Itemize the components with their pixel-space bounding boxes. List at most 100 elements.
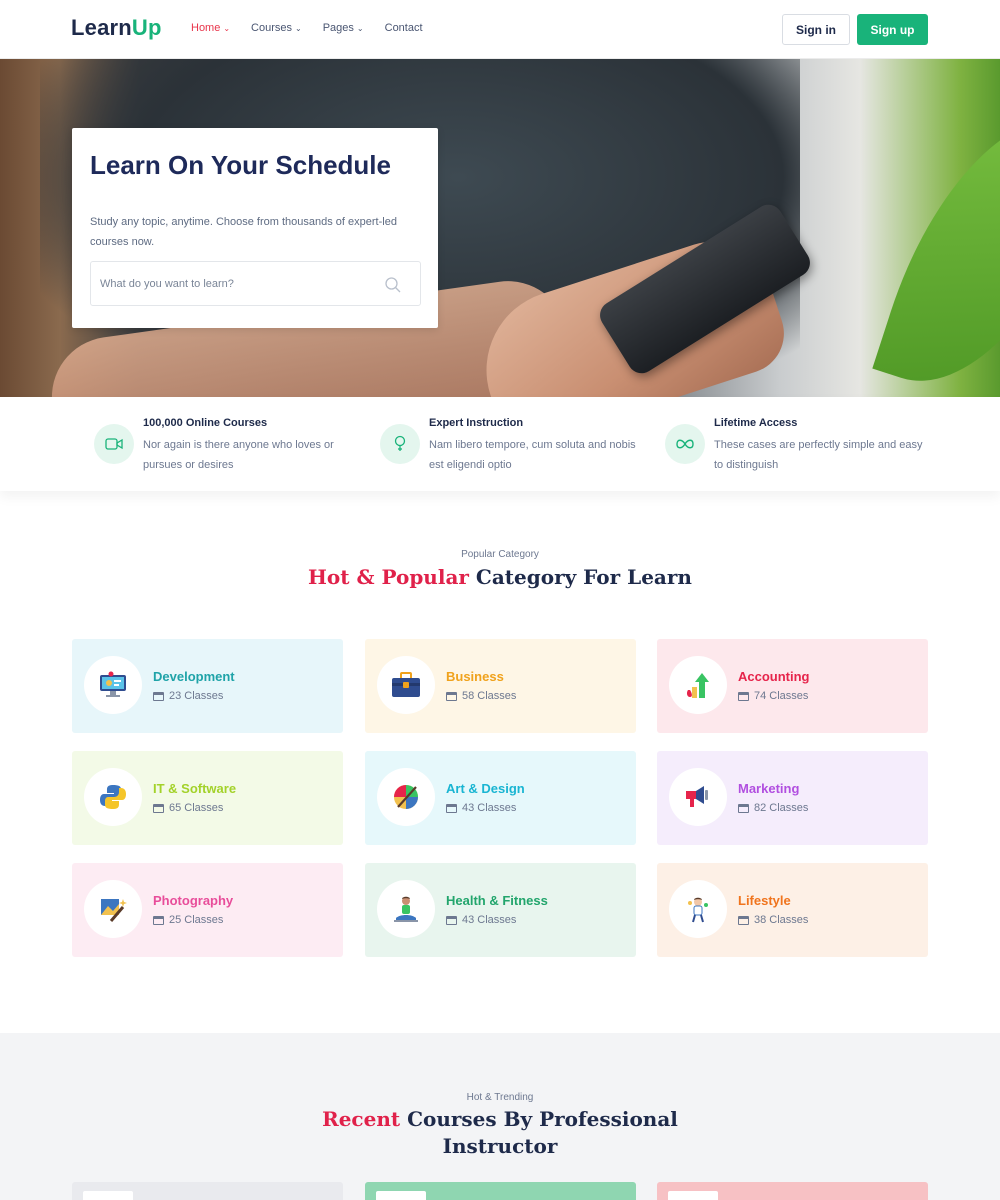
category-pretitle: Popular Category — [461, 549, 539, 560]
feature-online-courses: 100,000 Online Courses Nor again is ther… — [94, 415, 364, 475]
monitor-icon — [84, 656, 142, 714]
calendar-icon — [738, 915, 749, 925]
growth-chart-icon — [669, 656, 727, 714]
category-count: 43 Classes — [446, 914, 516, 926]
feature-text: These cases are perfectly simple and eas… — [714, 439, 923, 471]
logo-up: Up — [131, 15, 162, 40]
category-name: Marketing — [738, 781, 800, 796]
category-count-text: 65 Classes — [169, 802, 224, 814]
category-name: Art & Design — [446, 781, 525, 796]
nav-item-home[interactable]: Home ⌄ — [191, 22, 230, 34]
category-count-text: 43 Classes — [462, 802, 517, 814]
sign-up-button[interactable]: Sign up — [857, 14, 928, 45]
nav-item-courses[interactable]: Courses ⌄ — [251, 22, 302, 34]
chevron-down-icon: ⌄ — [223, 23, 231, 33]
video-icon — [94, 424, 134, 464]
bulb-icon — [380, 424, 420, 464]
recent-pretitle: Hot & Trending — [466, 1092, 534, 1103]
price-badge — [376, 1191, 426, 1200]
palette-icon — [377, 768, 435, 826]
nav-item-contact[interactable]: Contact — [385, 22, 423, 34]
category-name: Photography — [153, 893, 234, 908]
calendar-icon — [738, 691, 749, 701]
category-card-accounting[interactable]: Accounting 74 Classes — [657, 639, 928, 733]
category-card-lifestyle[interactable]: Lifestyle 38 Classes — [657, 863, 928, 957]
category-card-development[interactable]: Development 23 Classes — [72, 639, 343, 733]
logo[interactable]: LearnUp — [71, 15, 162, 41]
photo-icon — [84, 880, 142, 938]
calendar-icon — [446, 691, 457, 701]
site-header: LearnUp Home ⌄ Courses ⌄ Pages ⌄ Contact Si… — [0, 0, 1000, 59]
category-card-marketing[interactable]: Marketing 82 Classes — [657, 751, 928, 845]
hero-image-leaf — [872, 83, 1000, 397]
hero-search-card: Learn On Your Schedule Study any topic, … — [72, 128, 438, 328]
infinity-icon — [665, 424, 705, 464]
features-bar: 100,000 Online Courses Nor again is ther… — [0, 397, 1000, 491]
chevron-down-icon: ⌄ — [356, 23, 364, 33]
calendar-icon — [153, 803, 164, 813]
category-name: Development — [153, 669, 235, 684]
category-count: 25 Classes — [153, 914, 223, 926]
category-count-text: 82 Classes — [754, 802, 809, 814]
nav-item-label: Contact — [384, 22, 423, 34]
course-card[interactable] — [72, 1182, 343, 1200]
feature-expert-instruction: Expert Instruction Nam libero tempore, c… — [380, 415, 650, 475]
category-name: Health & Fitness — [446, 893, 548, 908]
heading-highlight: Hot & Popular — [308, 565, 469, 589]
nav-item-label: Home — [191, 22, 221, 34]
category-count: 43 Classes — [446, 802, 516, 814]
nav-item-label: Courses — [251, 22, 293, 34]
category-count: 74 Classes — [738, 690, 808, 702]
recent-heading: Recent Courses By Professional Instructo… — [300, 1106, 700, 1160]
heading-rest: Courses By Professional Instructor — [400, 1107, 678, 1158]
category-name: Accounting — [738, 669, 810, 684]
category-card-art-design[interactable]: Art & Design 43 Classes — [365, 751, 636, 845]
category-card-health-fitness[interactable]: Health & Fitness 43 Classes — [365, 863, 636, 957]
category-card-photography[interactable]: Photography 25 Classes — [72, 863, 343, 957]
lifestyle-icon — [669, 880, 727, 938]
category-count: 38 Classes — [738, 914, 808, 926]
course-card[interactable] — [657, 1182, 928, 1200]
course-card[interactable] — [365, 1182, 636, 1200]
nav-item-label: Pages — [322, 22, 354, 34]
chevron-down-icon: ⌄ — [295, 23, 302, 33]
category-count: 82 Classes — [738, 802, 808, 814]
logo-learn: Learn — [71, 15, 132, 40]
hero-subtitle: Study any topic, anytime. Choose from th… — [90, 216, 397, 248]
search-input[interactable] — [100, 274, 370, 294]
category-count-text: 25 Classes — [169, 914, 224, 926]
feature-title: 100,000 Online Courses — [143, 417, 268, 429]
category-count-text: 38 Classes — [754, 914, 809, 926]
category-name: IT & Software — [153, 781, 237, 796]
sign-in-button[interactable]: Sign in — [782, 14, 850, 45]
calendar-icon — [446, 915, 457, 925]
nav-item-pages[interactable]: Pages ⌄ — [323, 22, 364, 34]
heading-rest: Category For Learn — [468, 565, 692, 589]
feature-text: Nam libero tempore, cum soluta and nobis… — [429, 439, 636, 471]
category-heading: Hot & Popular Category For Learn — [300, 564, 700, 591]
calendar-icon — [153, 915, 164, 925]
category-count-text: 74 Classes — [754, 690, 809, 702]
python-icon — [84, 768, 142, 826]
hero-banner: Learn On Your Schedule Study any topic, … — [0, 59, 1000, 397]
feature-title: Expert Instruction — [429, 417, 524, 429]
hero-search-box — [90, 261, 421, 306]
price-badge — [668, 1191, 718, 1200]
category-name: Lifestyle — [738, 893, 791, 908]
price-badge — [83, 1191, 133, 1200]
main-nav: Home ⌄ Courses ⌄ Pages ⌄ Contact — [191, 22, 444, 34]
category-count: 65 Classes — [153, 802, 223, 814]
category-card-it-software[interactable]: IT & Software 65 Classes — [72, 751, 343, 845]
yoga-icon — [377, 880, 435, 938]
megaphone-icon — [669, 768, 727, 826]
category-count: 23 Classes — [153, 690, 223, 702]
category-count-text: 23 Classes — [169, 690, 224, 702]
recent-courses-section: Hot & Trending Recent Courses By Profess… — [0, 1033, 1000, 1200]
category-count-text: 43 Classes — [462, 914, 517, 926]
category-card-business[interactable]: Business 58 Classes — [365, 639, 636, 733]
hero-title: Learn On Your Schedule — [90, 150, 391, 180]
feature-text: Nor again is there anyone who loves or p… — [143, 439, 334, 471]
briefcase-icon — [377, 656, 435, 714]
search-icon[interactable] — [384, 276, 402, 294]
category-name: Business — [446, 669, 504, 684]
